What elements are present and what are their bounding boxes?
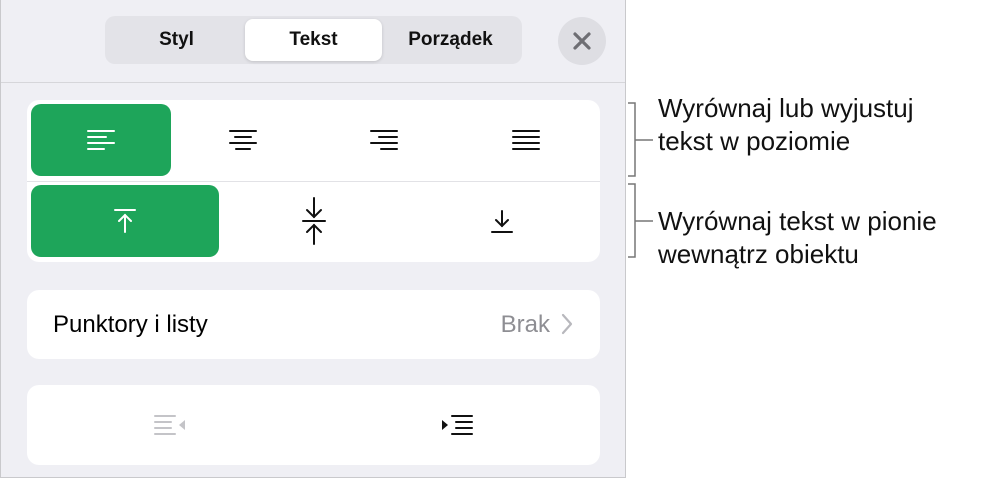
- bullets-value: Brak: [500, 310, 550, 338]
- align-middle-button[interactable]: [220, 185, 408, 257]
- indent-card: [27, 385, 600, 465]
- vertical-callout-bracket: [628, 183, 653, 258]
- horizontal-alignment-row: [27, 104, 600, 178]
- horizontal-alignment-callout: Wyrównaj lub wyjustuj tekst w poziomie: [658, 92, 914, 158]
- divider: [27, 181, 600, 182]
- callout-line: Wyrównaj lub wyjustuj: [658, 93, 914, 123]
- justify-icon: [512, 130, 541, 150]
- vertical-alignment-row: [27, 185, 600, 259]
- callout-line: tekst w poziomie: [658, 126, 851, 156]
- align-right-icon: [370, 130, 399, 150]
- close-icon: [573, 32, 591, 50]
- align-bottom-button[interactable]: [408, 185, 596, 257]
- callout-line: wewnątrz obiektu: [658, 239, 859, 269]
- decrease-indent-icon: [154, 415, 186, 435]
- align-right-button[interactable]: [315, 104, 455, 176]
- align-middle-icon: [301, 197, 326, 245]
- bullets-and-lists-row[interactable]: Punktory i listy Brak: [27, 290, 600, 359]
- chevron-right-icon: [561, 313, 573, 335]
- vertical-alignment-callout: Wyrównaj tekst w pionie wewnątrz obiektu: [658, 205, 937, 271]
- tab-porzadek[interactable]: Porządek: [382, 19, 519, 61]
- callout-line: Wyrównaj tekst w pionie: [658, 206, 937, 236]
- tab-styl[interactable]: Styl: [108, 19, 245, 61]
- close-button[interactable]: [558, 17, 606, 65]
- increase-indent-icon: [441, 415, 473, 435]
- text-format-panel: Styl Tekst Porządek Punktory i listy Bra…: [0, 0, 626, 478]
- align-left-icon: [86, 130, 115, 150]
- decrease-indent-button[interactable]: [27, 385, 314, 465]
- horizontal-callout-bracket: [628, 102, 653, 177]
- align-top-button[interactable]: [31, 185, 219, 257]
- justify-button[interactable]: [456, 104, 596, 176]
- align-bottom-icon: [491, 210, 514, 233]
- align-center-icon: [228, 130, 257, 150]
- alignment-card: [27, 100, 600, 262]
- panel-header: Styl Tekst Porządek: [1, 0, 625, 83]
- bullets-label: Punktory i listy: [53, 310, 208, 338]
- align-center-button[interactable]: [173, 104, 313, 176]
- align-left-button[interactable]: [31, 104, 171, 176]
- tab-segmented-control: Styl Tekst Porządek: [105, 16, 522, 64]
- increase-indent-button[interactable]: [314, 385, 601, 465]
- align-top-icon: [113, 209, 136, 233]
- tab-tekst[interactable]: Tekst: [245, 19, 382, 61]
